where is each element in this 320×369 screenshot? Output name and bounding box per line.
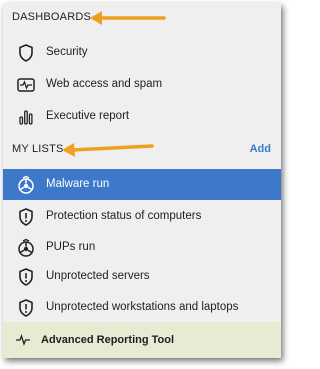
dashboards-title: DASHBOARDS xyxy=(12,11,92,23)
sidebar-item-label: Security xyxy=(46,46,88,58)
sidebar-panel: DASHBOARDS Security Web access and spam xyxy=(3,3,281,358)
sidebar-item-web-access[interactable]: Web access and spam xyxy=(3,69,281,100)
shield-alert-icon xyxy=(16,298,36,318)
bar-chart-icon xyxy=(16,107,36,127)
sidebar-item-unprotected-workstations[interactable]: Unprotected workstations and laptops xyxy=(3,292,281,323)
biohazard-icon xyxy=(16,175,36,195)
shield-icon xyxy=(16,43,36,63)
my-lists-title: MY LISTS xyxy=(12,143,64,155)
advanced-reporting-tool-link[interactable]: Advanced Reporting Tool xyxy=(3,322,281,358)
sidebar-item-label: Web access and spam xyxy=(46,78,163,90)
sidebar-item-executive-report[interactable]: Executive report xyxy=(3,101,281,132)
activity-monitor-icon xyxy=(16,75,36,95)
sidebar-item-malware-run[interactable]: Malware run xyxy=(3,169,281,200)
pulse-icon xyxy=(15,333,31,347)
shield-alert-icon xyxy=(16,267,36,287)
annotation-arrow-my-lists xyxy=(62,143,154,157)
sidebar-item-pups-run[interactable]: PUPs run xyxy=(3,232,281,263)
sidebar-item-label: Malware run xyxy=(46,178,110,190)
sidebar-item-label: Protection status of computers xyxy=(46,210,202,222)
sidebar-item-label: PUPs run xyxy=(46,241,96,253)
sidebar-item-label: Executive report xyxy=(46,110,130,122)
sidebar-item-unprotected-servers[interactable]: Unprotected servers xyxy=(3,261,281,292)
sidebar-item-security[interactable]: Security xyxy=(3,37,281,68)
shield-alert-icon xyxy=(16,207,36,227)
add-list-button[interactable]: Add xyxy=(250,143,271,155)
footer-label: Advanced Reporting Tool xyxy=(41,334,175,346)
annotation-arrow-dashboards xyxy=(90,11,166,25)
biohazard-icon xyxy=(16,238,36,258)
sidebar-item-protection-status[interactable]: Protection status of computers xyxy=(3,201,281,232)
sidebar-item-label: Unprotected workstations and laptops xyxy=(46,301,239,313)
sidebar-item-label: Unprotected servers xyxy=(46,270,150,282)
